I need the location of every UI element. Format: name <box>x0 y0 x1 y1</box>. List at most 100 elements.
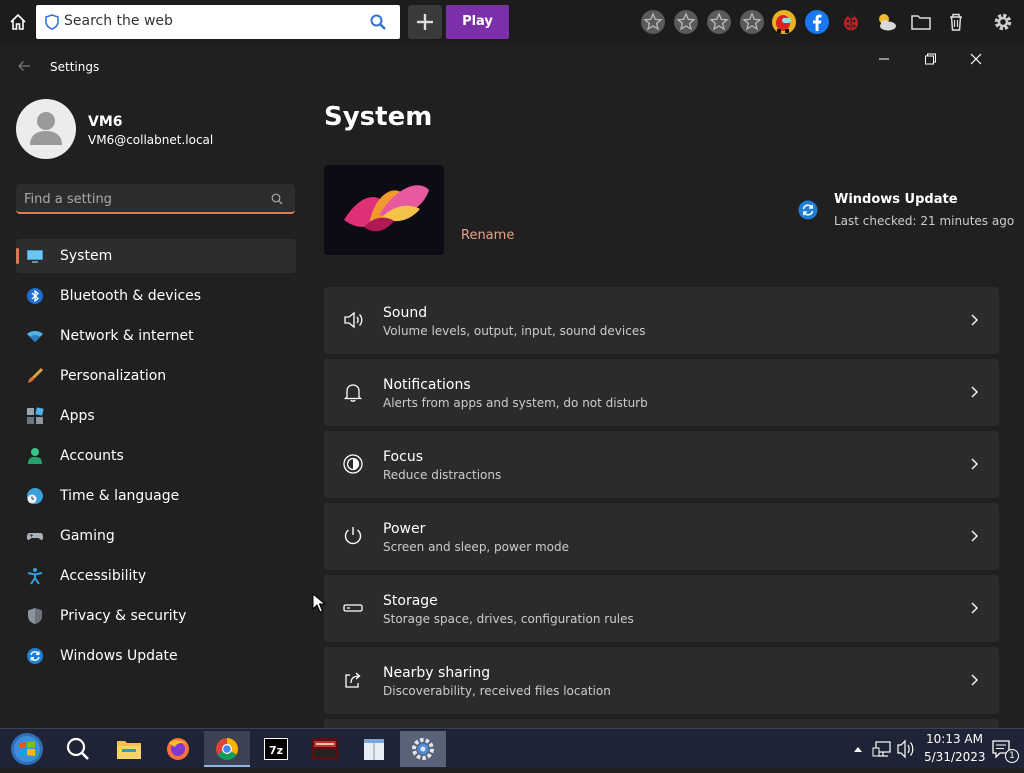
gear-icon[interactable] <box>990 9 1016 35</box>
taskbar-7zip[interactable]: 7z <box>253 731 299 767</box>
chevron-right-icon <box>971 602 978 614</box>
clock-date[interactable]: 5/31/2023 <box>924 750 986 764</box>
taskbar-winrar[interactable] <box>302 731 348 767</box>
notepad-icon <box>364 739 384 760</box>
notification-count-badge: 1 <box>1005 749 1019 763</box>
power-icon <box>344 527 362 545</box>
start-button[interactable] <box>4 731 50 767</box>
ladybug-icon[interactable] <box>838 9 864 35</box>
brush-icon <box>28 367 44 383</box>
search-icon <box>66 737 89 760</box>
card-sound[interactable]: Sound Volume levels, output, input, soun… <box>324 287 999 354</box>
clock-time[interactable]: 10:13 AM <box>926 732 983 746</box>
sidebar-item-label: Accounts <box>60 448 124 464</box>
svg-text:7z: 7z <box>269 744 283 757</box>
sidebar-item-time-language[interactable]: Time & language <box>16 479 296 513</box>
desktop-wallpaper-thumbnail[interactable] <box>324 165 444 255</box>
windows-update-icon[interactable] <box>798 200 818 220</box>
sidebar-item-windows-update[interactable]: Windows Update <box>16 639 296 673</box>
taskbar-notepad[interactable] <box>351 731 397 767</box>
sidebar-item-label: Windows Update <box>60 648 178 664</box>
sidebar-item-accessibility[interactable]: Accessibility <box>16 559 296 593</box>
close-icon[interactable] <box>966 50 986 68</box>
volume-icon[interactable] <box>896 729 916 769</box>
star-icon[interactable] <box>640 9 666 35</box>
sidebar-item-privacy-security[interactable]: Privacy & security <box>16 599 296 633</box>
chevron-right-icon <box>971 458 978 470</box>
add-button[interactable] <box>408 5 442 39</box>
card-subtitle: Reduce distractions <box>383 468 502 482</box>
sidebar-item-accounts[interactable]: Accounts <box>16 439 296 473</box>
taskbar-chrome[interactable] <box>204 731 250 767</box>
web-search-bar[interactable]: Search the web <box>36 5 400 39</box>
home-icon[interactable] <box>8 12 28 32</box>
sidebar-item-label: Apps <box>60 408 95 424</box>
7zip-icon: 7z <box>264 738 288 760</box>
sidebar-item-gaming[interactable]: Gaming <box>16 519 296 553</box>
back-arrow-icon[interactable] <box>16 58 32 74</box>
profile-email: VM6@collabnet.local <box>88 133 214 147</box>
find-setting-box[interactable] <box>16 184 295 214</box>
sidebar-item-system[interactable]: System <box>16 239 296 273</box>
sidebar-item-label: Gaming <box>60 528 115 544</box>
sidebar-item-label: Personalization <box>60 368 167 384</box>
mouse-cursor-icon <box>312 593 326 613</box>
shield-icon <box>45 14 59 30</box>
card-subtitle: Discoverability, received files location <box>383 684 611 698</box>
folder-icon[interactable] <box>908 9 934 35</box>
focus-icon <box>343 454 363 474</box>
minimize-icon[interactable] <box>874 50 894 68</box>
taskbar-firefox[interactable] <box>155 731 201 767</box>
share-icon <box>345 672 361 688</box>
profile-name: VM6 <box>88 114 123 130</box>
search-icon[interactable] <box>370 14 386 30</box>
sidebar-item-bluetooth[interactable]: Bluetooth & devices <box>16 279 296 313</box>
card-notifications[interactable]: Notifications Alerts from apps and syste… <box>324 359 999 426</box>
wallpaper-bloom-image <box>324 165 444 255</box>
sidebar-item-network[interactable]: Network & internet <box>16 319 296 353</box>
card-title: Storage <box>383 593 438 609</box>
star-icon[interactable] <box>673 9 699 35</box>
restore-icon[interactable] <box>920 50 940 68</box>
window-title: Settings <box>50 60 100 74</box>
among-us-icon[interactable] <box>771 9 797 35</box>
card-title: Focus <box>383 449 423 465</box>
page-title: System <box>324 102 433 132</box>
bell-icon <box>343 384 363 402</box>
sidebar-item-label: Network & internet <box>60 328 194 344</box>
card-subtitle: Volume levels, output, input, sound devi… <box>383 324 646 338</box>
taskbar-settings[interactable] <box>400 731 446 767</box>
facebook-icon[interactable] <box>804 9 830 35</box>
clock-globe-icon <box>27 488 43 504</box>
gamepad-icon <box>26 533 44 541</box>
star-icon[interactable] <box>706 9 732 35</box>
card-nearby-sharing[interactable]: Nearby sharing Discoverability, received… <box>324 647 999 714</box>
card-power[interactable]: Power Screen and sleep, power mode <box>324 503 999 570</box>
taskbar-search[interactable] <box>55 731 101 767</box>
play-button[interactable]: Play <box>446 5 509 39</box>
chevron-right-icon <box>971 674 978 686</box>
chevron-up-icon[interactable] <box>852 729 864 769</box>
taskbar: 7z 10:13 AM 5/31/2023 1 <box>0 728 1024 768</box>
taskbar-file-explorer[interactable] <box>106 731 152 767</box>
sidebar-item-label: Accessibility <box>60 568 147 584</box>
card-subtitle: Screen and sleep, power mode <box>383 540 569 554</box>
chevron-right-icon <box>971 530 978 542</box>
find-setting-input[interactable] <box>24 190 264 208</box>
star-icon[interactable] <box>739 9 765 35</box>
trash-icon[interactable] <box>943 9 969 35</box>
speaker-icon <box>344 311 363 329</box>
firefox-icon <box>167 738 189 760</box>
drive-icon <box>343 604 363 612</box>
windows-update-title[interactable]: Windows Update <box>834 192 958 207</box>
sidebar-item-personalization[interactable]: Personalization <box>16 359 296 393</box>
card-storage[interactable]: Storage Storage space, drives, configura… <box>324 575 999 642</box>
avatar[interactable] <box>16 99 76 159</box>
search-icon[interactable] <box>271 193 283 205</box>
notification-center-button[interactable]: 1 <box>990 729 1020 769</box>
card-focus[interactable]: Focus Reduce distractions <box>324 431 999 498</box>
rename-link[interactable]: Rename <box>461 228 514 243</box>
weather-icon[interactable] <box>873 9 899 35</box>
sidebar-item-apps[interactable]: Apps <box>16 399 296 433</box>
network-icon[interactable] <box>872 729 894 769</box>
